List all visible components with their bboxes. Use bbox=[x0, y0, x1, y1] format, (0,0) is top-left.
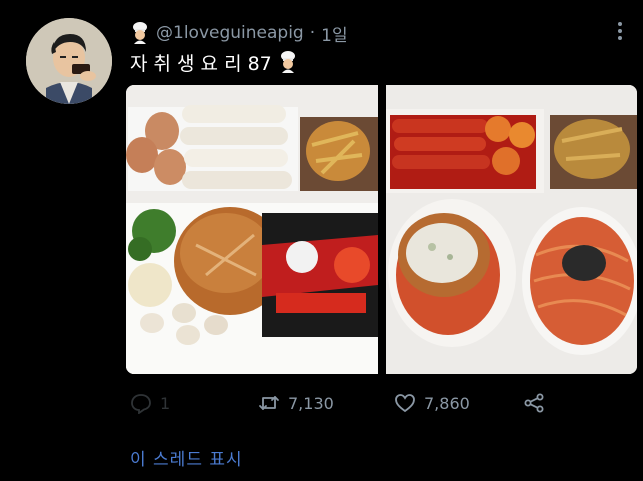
reply-icon bbox=[130, 392, 152, 415]
ingredients-photo[interactable] bbox=[126, 85, 378, 374]
like-button[interactable]: 7,860 bbox=[394, 392, 470, 414]
timestamp[interactable]: 1일 bbox=[321, 21, 347, 46]
like-count: 7,860 bbox=[424, 393, 470, 413]
more-vertical-icon[interactable] bbox=[615, 22, 625, 44]
user-handle[interactable]: @1loveguineapig bbox=[156, 23, 304, 43]
share-button[interactable] bbox=[523, 392, 545, 414]
reply-count: 1 bbox=[160, 393, 171, 413]
cook-emoji-icon bbox=[130, 22, 150, 44]
reply-button[interactable]: 1 bbox=[130, 392, 171, 415]
share-icon bbox=[523, 392, 545, 414]
separator-dot: · bbox=[309, 23, 316, 43]
avatar-illustration bbox=[26, 18, 112, 104]
heart-icon bbox=[394, 392, 416, 414]
retweet-count: 7,130 bbox=[288, 393, 334, 413]
tweet-header: @1loveguineapig · 1일 bbox=[130, 21, 348, 46]
dishes-photo[interactable] bbox=[386, 85, 637, 374]
cook-emoji-icon bbox=[278, 51, 298, 73]
tweet-text-row: 자 취 생 요 리 87 bbox=[130, 48, 298, 76]
show-thread-link[interactable]: 이 스레드 표시 bbox=[130, 445, 243, 470]
avatar[interactable] bbox=[26, 18, 112, 104]
tweet-text: 자 취 생 요 리 87 bbox=[130, 52, 272, 75]
tweet-actions: 1 7,130 7,860 bbox=[0, 392, 643, 418]
retweet-button[interactable]: 7,130 bbox=[258, 392, 334, 414]
retweet-icon bbox=[258, 392, 280, 414]
tweet[interactable]: @1loveguineapig · 1일 자 취 생 요 리 87 1 7,13… bbox=[0, 0, 643, 481]
tweet-media[interactable] bbox=[126, 85, 637, 374]
